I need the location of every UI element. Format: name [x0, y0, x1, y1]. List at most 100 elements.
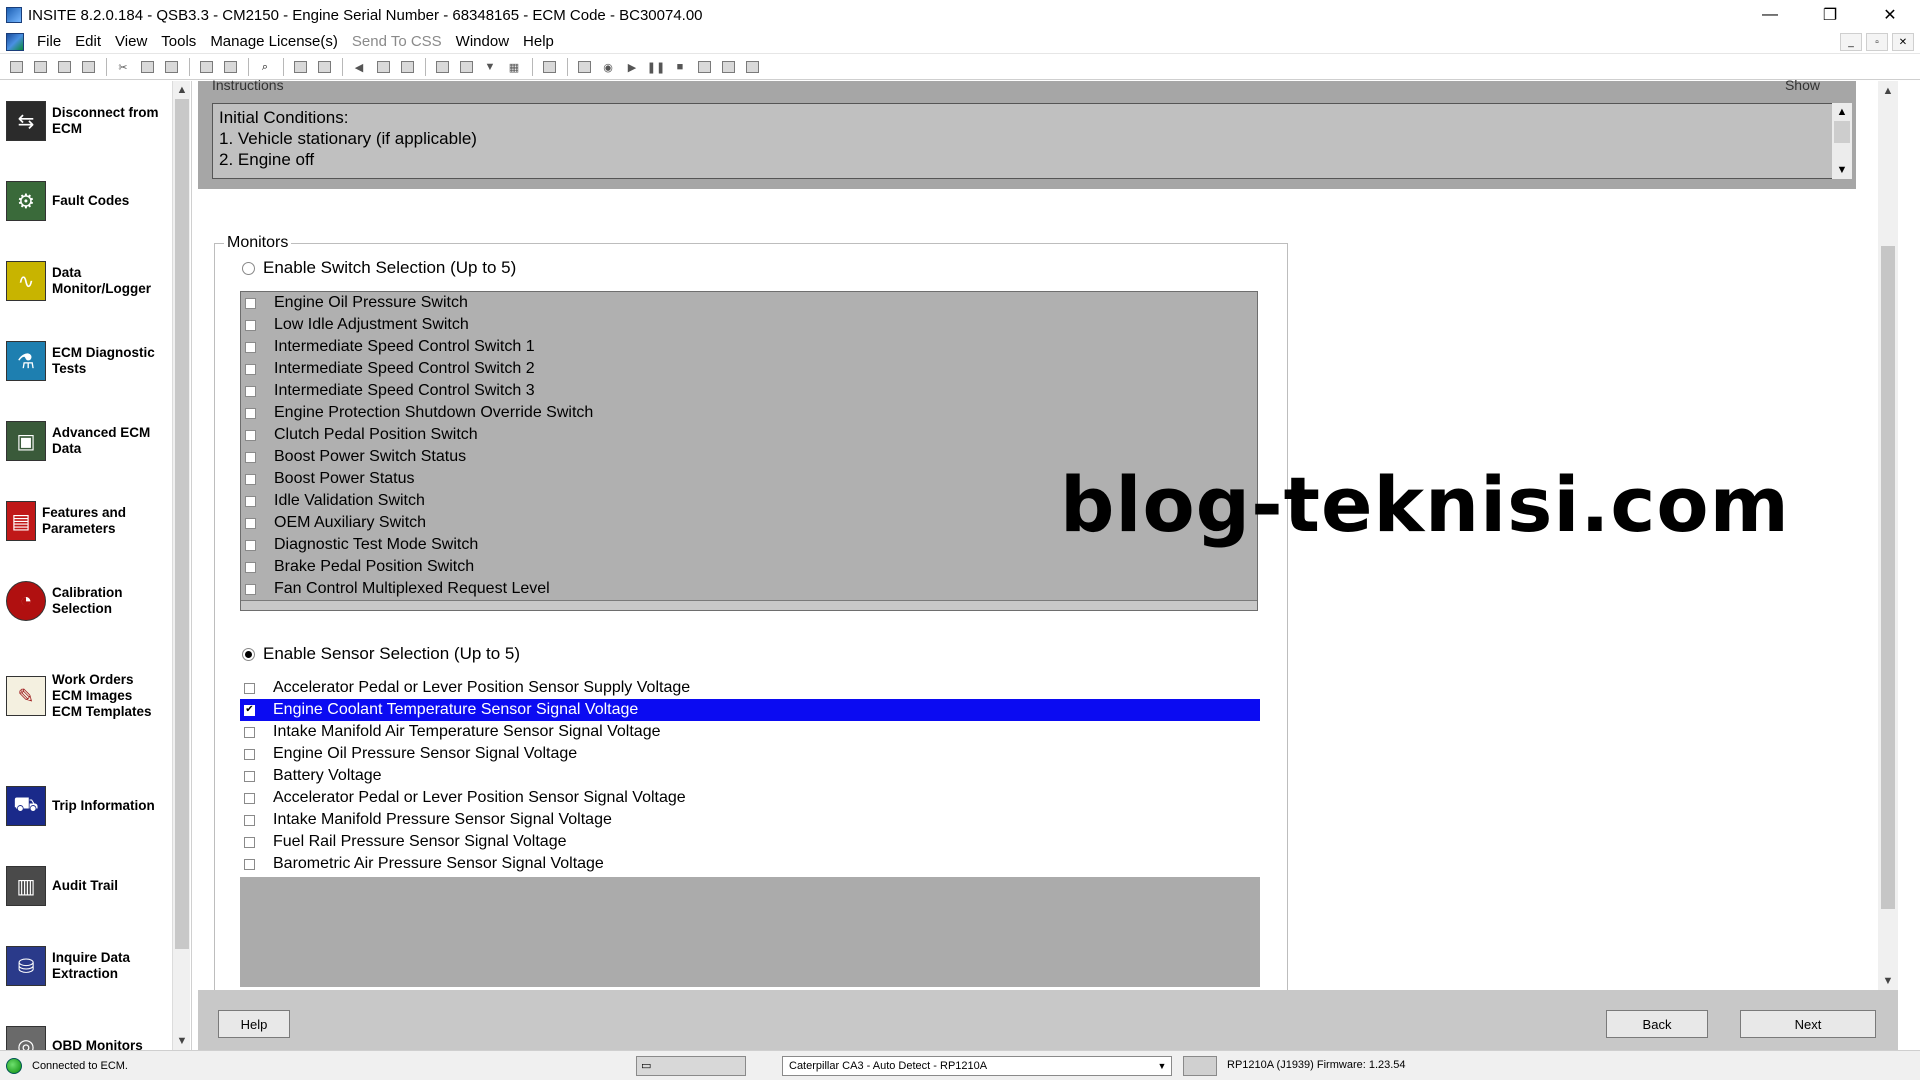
- list-item[interactable]: Brake Pedal Position Switch: [241, 556, 1257, 578]
- cut-icon[interactable]: ✂: [115, 59, 131, 75]
- sidebar-item-data-monitor[interactable]: ∿ Data Monitor/Logger: [0, 251, 170, 311]
- restore-button[interactable]: ❐: [1800, 0, 1860, 30]
- list-item[interactable]: Accelerator Pedal or Lever Position Sens…: [240, 677, 1260, 699]
- instructions-scrollbar[interactable]: ▲ ▼: [1832, 103, 1852, 179]
- minimize-button[interactable]: —: [1740, 0, 1800, 30]
- print-icon[interactable]: [198, 59, 214, 75]
- checkbox[interactable]: [244, 726, 255, 738]
- stop-icon[interactable]: ■: [672, 59, 688, 75]
- print-preview-icon[interactable]: [222, 59, 238, 75]
- checkbox[interactable]: [245, 429, 256, 441]
- next-button[interactable]: Next: [1740, 1010, 1876, 1038]
- list-item[interactable]: Fan Control Multiplexed Request Level: [241, 578, 1257, 600]
- switch-list-scrollbar[interactable]: [241, 600, 1257, 610]
- radio-button[interactable]: [242, 261, 255, 275]
- close-button[interactable]: ✕: [1860, 0, 1920, 30]
- list-item[interactable]: Accelerator Pedal or Lever Position Sens…: [240, 787, 1260, 809]
- mdi-restore-button[interactable]: ▫: [1866, 33, 1888, 51]
- record-icon[interactable]: ◉: [600, 59, 616, 75]
- checkbox[interactable]: [244, 770, 255, 782]
- chevron-down-icon[interactable]: ▼: [1878, 971, 1898, 991]
- checkbox[interactable]: [245, 539, 256, 551]
- menu-edit[interactable]: Edit: [68, 33, 108, 50]
- open-icon[interactable]: [458, 59, 474, 75]
- chevron-up-icon[interactable]: ▲: [173, 81, 191, 99]
- tools-icon[interactable]: [316, 59, 332, 75]
- mdi-close-button[interactable]: ✕: [1892, 33, 1914, 51]
- sidebar-item-work-orders[interactable]: ✎ Work Orders ECM Images ECM Templates: [0, 666, 170, 726]
- checkbox[interactable]: [244, 792, 255, 804]
- menu-help[interactable]: Help: [516, 33, 561, 50]
- back-button[interactable]: Back: [1606, 1010, 1708, 1038]
- filter-icon[interactable]: ▼: [482, 59, 498, 75]
- sidebar-scroll-thumb[interactable]: [175, 99, 189, 949]
- disconnect-icon[interactable]: [32, 59, 48, 75]
- sidebar-scrollbar[interactable]: ▲ ▼: [172, 81, 190, 1050]
- checkbox[interactable]: [245, 341, 256, 353]
- instructions-show-toggle[interactable]: Show: [1785, 77, 1820, 93]
- chevron-down-icon[interactable]: ▼: [1832, 161, 1852, 179]
- main-scroll-thumb[interactable]: [1881, 246, 1895, 909]
- help-button[interactable]: Help: [218, 1010, 290, 1038]
- list-item[interactable]: Engine Oil Pressure Switch: [241, 292, 1257, 314]
- sidebar-item-obd-monitors[interactable]: ◎ OBD Monitors: [0, 1016, 170, 1050]
- chevron-down-icon[interactable]: ▼: [1153, 1057, 1171, 1075]
- notes-icon[interactable]: [292, 59, 308, 75]
- list-item[interactable]: Low Idle Adjustment Switch: [241, 314, 1257, 336]
- list-item[interactable]: Clutch Pedal Position Switch: [241, 424, 1257, 446]
- play-icon[interactable]: ▶: [624, 59, 640, 75]
- radio-button[interactable]: [242, 647, 255, 661]
- menu-manage-licenses[interactable]: Manage License(s): [203, 33, 345, 50]
- document-icon[interactable]: [6, 32, 24, 51]
- list-item[interactable]: Intermediate Speed Control Switch 3: [241, 380, 1257, 402]
- chevron-up-icon[interactable]: ▲: [1878, 81, 1898, 101]
- checkbox[interactable]: [245, 561, 256, 573]
- sensor-selection-radio[interactable]: Enable Sensor Selection (Up to 5): [242, 644, 520, 664]
- sidebar-item-audit-trail[interactable]: ▥ Audit Trail: [0, 856, 170, 916]
- sidebar-item-advanced-ecm[interactable]: ▣ Advanced ECM Data: [0, 411, 170, 471]
- refresh-icon[interactable]: [56, 59, 72, 75]
- adapter-select[interactable]: Caterpillar CA3 - Auto Detect - RP1210A …: [782, 1056, 1172, 1076]
- checkbox[interactable]: [245, 451, 256, 463]
- checkbox[interactable]: [245, 385, 256, 397]
- pause-icon[interactable]: ❚❚: [647, 59, 665, 75]
- sidebar-item-features-parameters[interactable]: ▤ Features and Parameters: [0, 491, 170, 551]
- connect-icon[interactable]: [8, 59, 24, 75]
- sidebar-item-disconnect[interactable]: ⇆ Disconnect from ECM: [0, 91, 170, 151]
- chart-icon[interactable]: [720, 59, 736, 75]
- save-icon[interactable]: [399, 59, 415, 75]
- checkbox[interactable]: [245, 495, 256, 507]
- back-icon[interactable]: ◀: [351, 59, 367, 75]
- sidebar-item-inquire-data[interactable]: ⛁ Inquire Data Extraction: [0, 936, 170, 996]
- checkbox[interactable]: [245, 473, 256, 485]
- menu-window[interactable]: Window: [449, 33, 516, 50]
- calculator-icon[interactable]: [80, 59, 96, 75]
- chevron-down-icon[interactable]: ▼: [173, 1032, 191, 1050]
- monitor-icon[interactable]: [375, 59, 391, 75]
- grid-icon[interactable]: ▦: [506, 59, 522, 75]
- find-icon[interactable]: ⌕: [257, 59, 273, 75]
- page-icon[interactable]: [541, 59, 557, 75]
- list-item[interactable]: Battery Voltage: [240, 765, 1260, 787]
- checkbox[interactable]: [245, 583, 256, 595]
- checkbox-checked[interactable]: ✔: [244, 704, 255, 716]
- menu-tools[interactable]: Tools: [154, 33, 203, 50]
- menu-view[interactable]: View: [108, 33, 154, 50]
- menu-file[interactable]: File: [30, 33, 68, 50]
- list-item[interactable]: Intermediate Speed Control Switch 2: [241, 358, 1257, 380]
- checkbox[interactable]: [245, 363, 256, 375]
- list-item[interactable]: Intermediate Speed Control Switch 1: [241, 336, 1257, 358]
- list-item[interactable]: Intake Manifold Air Temperature Sensor S…: [240, 721, 1260, 743]
- checkbox[interactable]: [245, 407, 256, 419]
- sidebar-item-calibration[interactable]: ◔ Calibration Selection: [0, 571, 170, 631]
- list-item[interactable]: Fuel Rail Pressure Sensor Signal Voltage: [240, 831, 1260, 853]
- instructions-scroll-thumb[interactable]: [1834, 121, 1850, 143]
- main-scrollbar[interactable]: ▲ ▼: [1878, 81, 1898, 991]
- paste-icon[interactable]: [163, 59, 179, 75]
- list-item-selected[interactable]: ✔ Engine Coolant Temperature Sensor Signa…: [240, 699, 1260, 721]
- switch-selection-radio[interactable]: Enable Switch Selection (Up to 5): [242, 258, 516, 278]
- copy-icon[interactable]: [139, 59, 155, 75]
- list-item[interactable]: Intake Manifold Pressure Sensor Signal V…: [240, 809, 1260, 831]
- checkbox[interactable]: [244, 836, 255, 848]
- checkbox[interactable]: [245, 297, 256, 309]
